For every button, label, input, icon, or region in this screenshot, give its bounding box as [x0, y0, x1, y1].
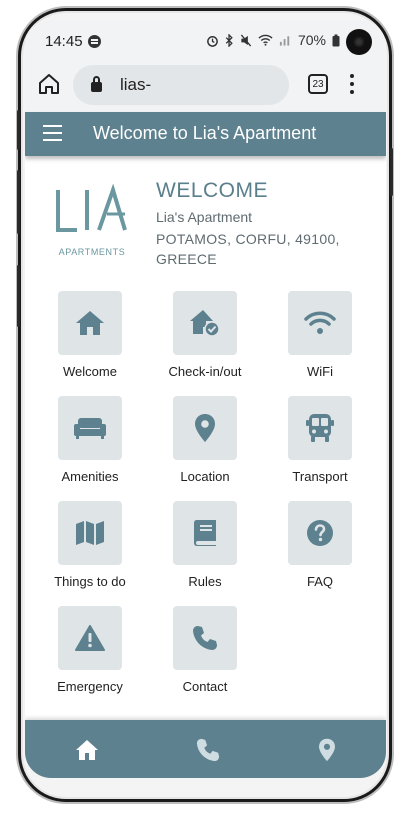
tile-icon-box: [288, 291, 352, 355]
logo-text: APARTMENTS: [58, 247, 126, 257]
menu-tile-things-to-do[interactable]: Things to do: [35, 501, 145, 601]
tile-label: Emergency: [57, 679, 123, 694]
hamburger-menu-icon[interactable]: [43, 125, 62, 141]
phone-screen: 14:45 70% lias- 23 Welcome to Lia's Apar…: [25, 20, 386, 778]
bus-icon: [306, 414, 334, 442]
browser-menu-icon[interactable]: [350, 74, 354, 94]
map-icon: [76, 521, 104, 545]
app-header: Welcome to Lia's Apartment: [25, 112, 386, 156]
tile-icon-box: [173, 606, 237, 670]
menu-tile-contact[interactable]: Contact: [150, 606, 260, 706]
tile-icon-box: [58, 606, 122, 670]
tile-icon-box: [173, 396, 237, 460]
tile-label: Rules: [188, 574, 222, 589]
warning-icon: [75, 625, 105, 651]
menu-tile-welcome[interactable]: Welcome: [35, 291, 145, 391]
nav-location-icon[interactable]: [315, 738, 339, 762]
menu-tile-faq[interactable]: FAQ: [265, 501, 375, 601]
menu-tile-transport[interactable]: Transport: [265, 396, 375, 496]
bottom-nav: [25, 720, 386, 778]
tile-icon-box: [58, 396, 122, 460]
phone-side-button: [17, 110, 20, 150]
apartment-address: POTAMOS, CORFU, 49100, GREECE: [156, 231, 340, 267]
tile-label: Amenities: [61, 469, 119, 484]
status-bar: 14:45 70%: [25, 20, 386, 62]
url-text: lias-: [120, 75, 152, 94]
browser-toolbar: lias- 23: [25, 62, 386, 112]
phone-icon: [193, 626, 217, 650]
home-check-icon: [190, 310, 220, 337]
address-bar[interactable]: lias-: [73, 65, 289, 105]
phone-side-button: [390, 148, 393, 196]
tile-label: Check-in/out: [168, 364, 242, 379]
wifi-status-icon: [258, 34, 273, 46]
phone-side-button: [17, 170, 20, 234]
menu-tile-wifi[interactable]: WiFi: [265, 291, 375, 391]
map-pin-icon: [195, 414, 215, 442]
tile-icon-box: [58, 291, 122, 355]
nav-home-icon[interactable]: [75, 738, 99, 762]
book-icon: [194, 520, 216, 546]
lia-logo-mark: [56, 183, 127, 232]
welcome-heading: WELCOME: [156, 179, 269, 202]
menu-tile-emergency[interactable]: Emergency: [35, 606, 145, 706]
header-title: Welcome to Lia's Apartment: [93, 123, 317, 143]
battery-icon: [332, 34, 340, 46]
tile-label: WiFi: [307, 364, 333, 379]
tile-icon-box: [58, 501, 122, 565]
lock-icon: [91, 76, 102, 92]
battery-percent: 70%: [297, 32, 326, 48]
tile-label: Location: [180, 469, 230, 484]
phone-side-button: [17, 265, 20, 327]
wifi-icon: [304, 311, 336, 334]
front-camera: [346, 29, 372, 55]
home-icon: [76, 311, 104, 335]
tile-icon-box: [173, 291, 237, 355]
apartment-name: Lia's Apartment: [156, 209, 253, 225]
tile-icon-box: [288, 501, 352, 565]
menu-tile-amenities[interactable]: Amenities: [35, 396, 145, 496]
status-time: 14:45: [45, 32, 83, 50]
tile-label: Welcome: [63, 364, 117, 379]
alarm-icon: [207, 35, 218, 47]
menu-tile-location[interactable]: Location: [150, 396, 260, 496]
sofa-icon: [74, 418, 106, 439]
tile-label: Contact: [182, 679, 228, 694]
tile-icon-box: [288, 396, 352, 460]
mute-icon: [240, 34, 252, 46]
nav-phone-icon[interactable]: [196, 738, 220, 762]
question-icon: [307, 520, 333, 546]
menu-tile-checkin[interactable]: Check-in/out: [150, 291, 260, 391]
tile-label: FAQ: [306, 574, 333, 589]
browser-home-icon[interactable]: [37, 72, 61, 96]
tab-switcher-button[interactable]: 23: [308, 74, 328, 94]
status-icons: 70%: [206, 32, 340, 48]
spotify-icon: [87, 34, 101, 48]
tile-label: Things to do: [54, 574, 126, 589]
lia-logo: APARTMENTS: [55, 183, 129, 262]
signal-icon: [279, 36, 290, 46]
tile-icon-box: [173, 501, 237, 565]
bluetooth-icon: [225, 33, 233, 47]
welcome-section: APARTMENTS WELCOME Lia's Apartment POTAM…: [25, 156, 386, 286]
tile-label: Transport: [292, 469, 348, 484]
menu-tile-rules[interactable]: Rules: [150, 501, 260, 601]
